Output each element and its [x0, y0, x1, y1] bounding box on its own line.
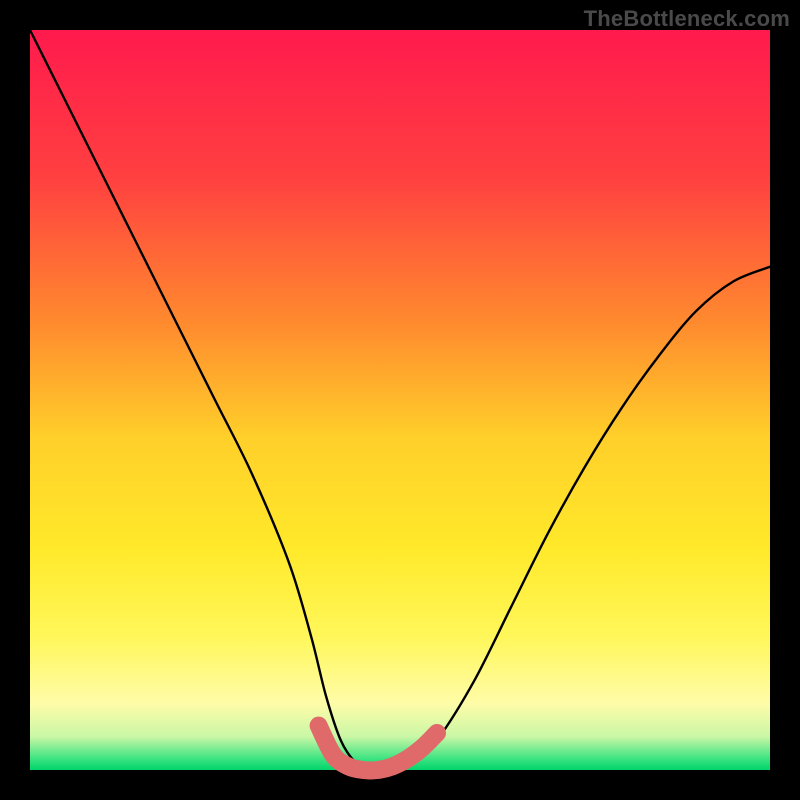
- plot-background: [30, 30, 770, 770]
- bottleneck-plot: [0, 0, 800, 800]
- watermark-text: TheBottleneck.com: [584, 6, 790, 32]
- chart-frame: TheBottleneck.com: [0, 0, 800, 800]
